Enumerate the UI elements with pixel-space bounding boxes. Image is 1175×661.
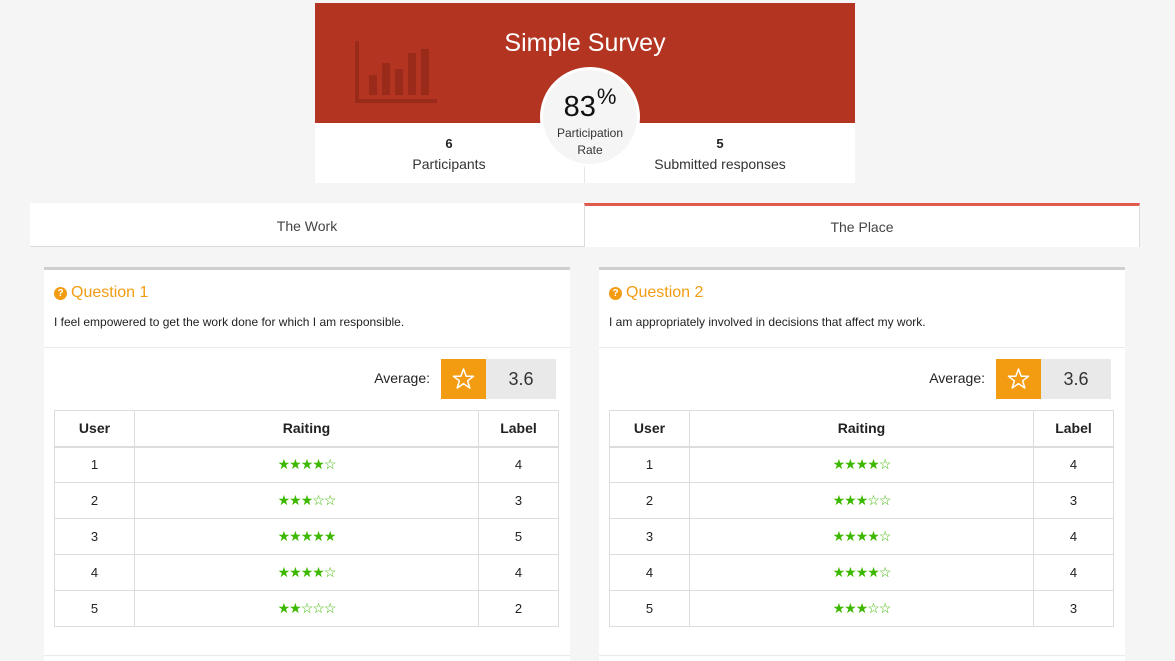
star-rating-icon: ★★★★★ [277, 528, 337, 544]
cell-label: 5 [478, 518, 559, 555]
table-row: 3 ★★★★☆ 4 [609, 518, 1114, 555]
cell-rating: ★★★☆☆ [689, 590, 1034, 627]
cell-label: 3 [1033, 482, 1114, 519]
cell-rating: ★★★★☆ [134, 446, 479, 483]
star-icon [441, 359, 486, 399]
cell-user: 2 [54, 482, 135, 519]
star-rating-icon: ★★☆☆☆ [277, 600, 337, 616]
cell-rating: ★★★★☆ [689, 518, 1034, 555]
ratings-table: User Raiting Label 1 ★★★★☆ 4 2 ★★★☆☆ 3 3 ★★★★☆ 4… [609, 410, 1114, 627]
question-title: ? Question 1 [54, 284, 148, 302]
cell-rating: ★★☆☆☆ [134, 590, 479, 627]
cell-rating: ★★★☆☆ [134, 482, 479, 519]
tab-the-work[interactable]: The Work [30, 203, 584, 247]
cell-label: 4 [1033, 446, 1114, 483]
star-rating-icon: ★★★☆☆ [832, 492, 892, 508]
table-row: 4 ★★★★☆ 4 [609, 554, 1114, 591]
tab-the-place[interactable]: The Place [584, 203, 1140, 247]
cell-rating: ★★★★☆ [689, 554, 1034, 591]
cell-user: 1 [54, 446, 135, 483]
star-icon [996, 359, 1041, 399]
survey-header-card: Simple Survey 83% Participation Rate 6 P… [315, 3, 855, 183]
table-row: 5 ★★☆☆☆ 2 [54, 590, 559, 627]
participation-rate-label: Participation Rate [556, 126, 624, 157]
participation-rate-value: 83% [563, 84, 617, 123]
question-text: I am appropriately involved in decisions… [609, 315, 926, 329]
cell-user: 4 [54, 554, 135, 591]
ratings-table-body: 1 ★★★★☆ 4 2 ★★★☆☆ 3 3 ★★★★☆ 4 4 ★★★★☆ 4 5 ★★★☆☆ 3 [609, 446, 1114, 627]
cell-user: 5 [609, 590, 690, 627]
divider [44, 347, 570, 348]
table-header-row: User Raiting Label [609, 410, 1114, 448]
question-circle-icon: ? [609, 287, 622, 300]
table-row: 1 ★★★★☆ 4 [609, 446, 1114, 483]
cell-label: 4 [478, 554, 559, 591]
ratings-table-body: 1 ★★★★☆ 4 2 ★★★☆☆ 3 3 ★★★★★ 5 4 ★★★★☆ 4 5 ★★☆☆☆ 2 [54, 446, 559, 627]
column-header-user: User [609, 410, 690, 448]
cell-rating: ★★★☆☆ [689, 482, 1034, 519]
average-label: Average: [929, 370, 985, 386]
table-row: 4 ★★★★☆ 4 [54, 554, 559, 591]
participants-label: Participants [412, 156, 486, 172]
cell-user: 3 [609, 518, 690, 555]
star-rating-icon: ★★★★☆ [832, 456, 892, 473]
star-rating-icon: ★★★☆☆ [832, 600, 892, 616]
average-value: 3.6 [1041, 359, 1111, 399]
average-value: 3.6 [486, 359, 556, 399]
submitted-count: 5 [716, 136, 724, 151]
cell-label: 3 [478, 482, 559, 519]
cell-user: 4 [609, 554, 690, 591]
cell-label: 4 [1033, 518, 1114, 555]
submitted-stat: 5 Submitted responses [605, 136, 835, 172]
question-text: I feel empowered to get the work done fo… [54, 315, 405, 329]
divider [44, 655, 570, 656]
category-tabs: The Work The Place [30, 203, 1140, 247]
column-header-raiting: Raiting [134, 410, 479, 448]
cell-rating: ★★★★☆ [689, 446, 1034, 483]
cell-user: 2 [609, 482, 690, 519]
ratings-table: User Raiting Label 1 ★★★★☆ 4 2 ★★★☆☆ 3 3 ★★★★★ 5… [54, 410, 559, 627]
star-rating-icon: ★★★☆☆ [277, 492, 337, 508]
participants-stat: 6 Participants [334, 136, 564, 172]
cell-label: 4 [1033, 554, 1114, 591]
participation-rate-circle: 83% Participation Rate [540, 67, 640, 167]
star-rating-icon: ★★★★☆ [277, 456, 337, 473]
table-header-row: User Raiting Label [54, 410, 559, 448]
column-header-user: User [54, 410, 135, 448]
submitted-label: Submitted responses [654, 156, 786, 172]
column-header-raiting: Raiting [689, 410, 1034, 448]
question-circle-icon: ? [54, 287, 67, 300]
column-header-label: Label [1033, 410, 1114, 448]
participants-count: 6 [445, 136, 453, 151]
question-title: ? Question 2 [609, 284, 703, 302]
star-rating-icon: ★★★★☆ [277, 564, 337, 580]
cell-label: 4 [478, 446, 559, 483]
table-row: 5 ★★★☆☆ 3 [609, 590, 1114, 627]
star-rating-icon: ★★★★☆ [832, 528, 892, 544]
average-label: Average: [374, 370, 430, 386]
star-rating-icon: ★★★★☆ [832, 564, 892, 580]
table-row: 3 ★★★★★ 5 [54, 518, 559, 555]
table-row: 2 ★★★☆☆ 3 [54, 482, 559, 519]
cell-rating: ★★★★★ [134, 518, 479, 555]
question-panel-1: ? Question 1 I feel empowered to get the … [44, 267, 570, 661]
cell-rating: ★★★★☆ [134, 554, 479, 591]
cell-user: 1 [609, 446, 690, 483]
cell-label: 3 [1033, 590, 1114, 627]
divider [599, 655, 1125, 656]
question-panel-2: ? Question 2 I am appropriately involved … [599, 267, 1125, 661]
divider [599, 347, 1125, 348]
survey-title: Simple Survey [504, 29, 666, 57]
table-row: 2 ★★★☆☆ 3 [609, 482, 1114, 519]
cell-user: 5 [54, 590, 135, 627]
cell-user: 3 [54, 518, 135, 555]
cell-label: 2 [478, 590, 559, 627]
column-header-label: Label [478, 410, 559, 448]
table-row: 1 ★★★★☆ 4 [54, 446, 559, 483]
